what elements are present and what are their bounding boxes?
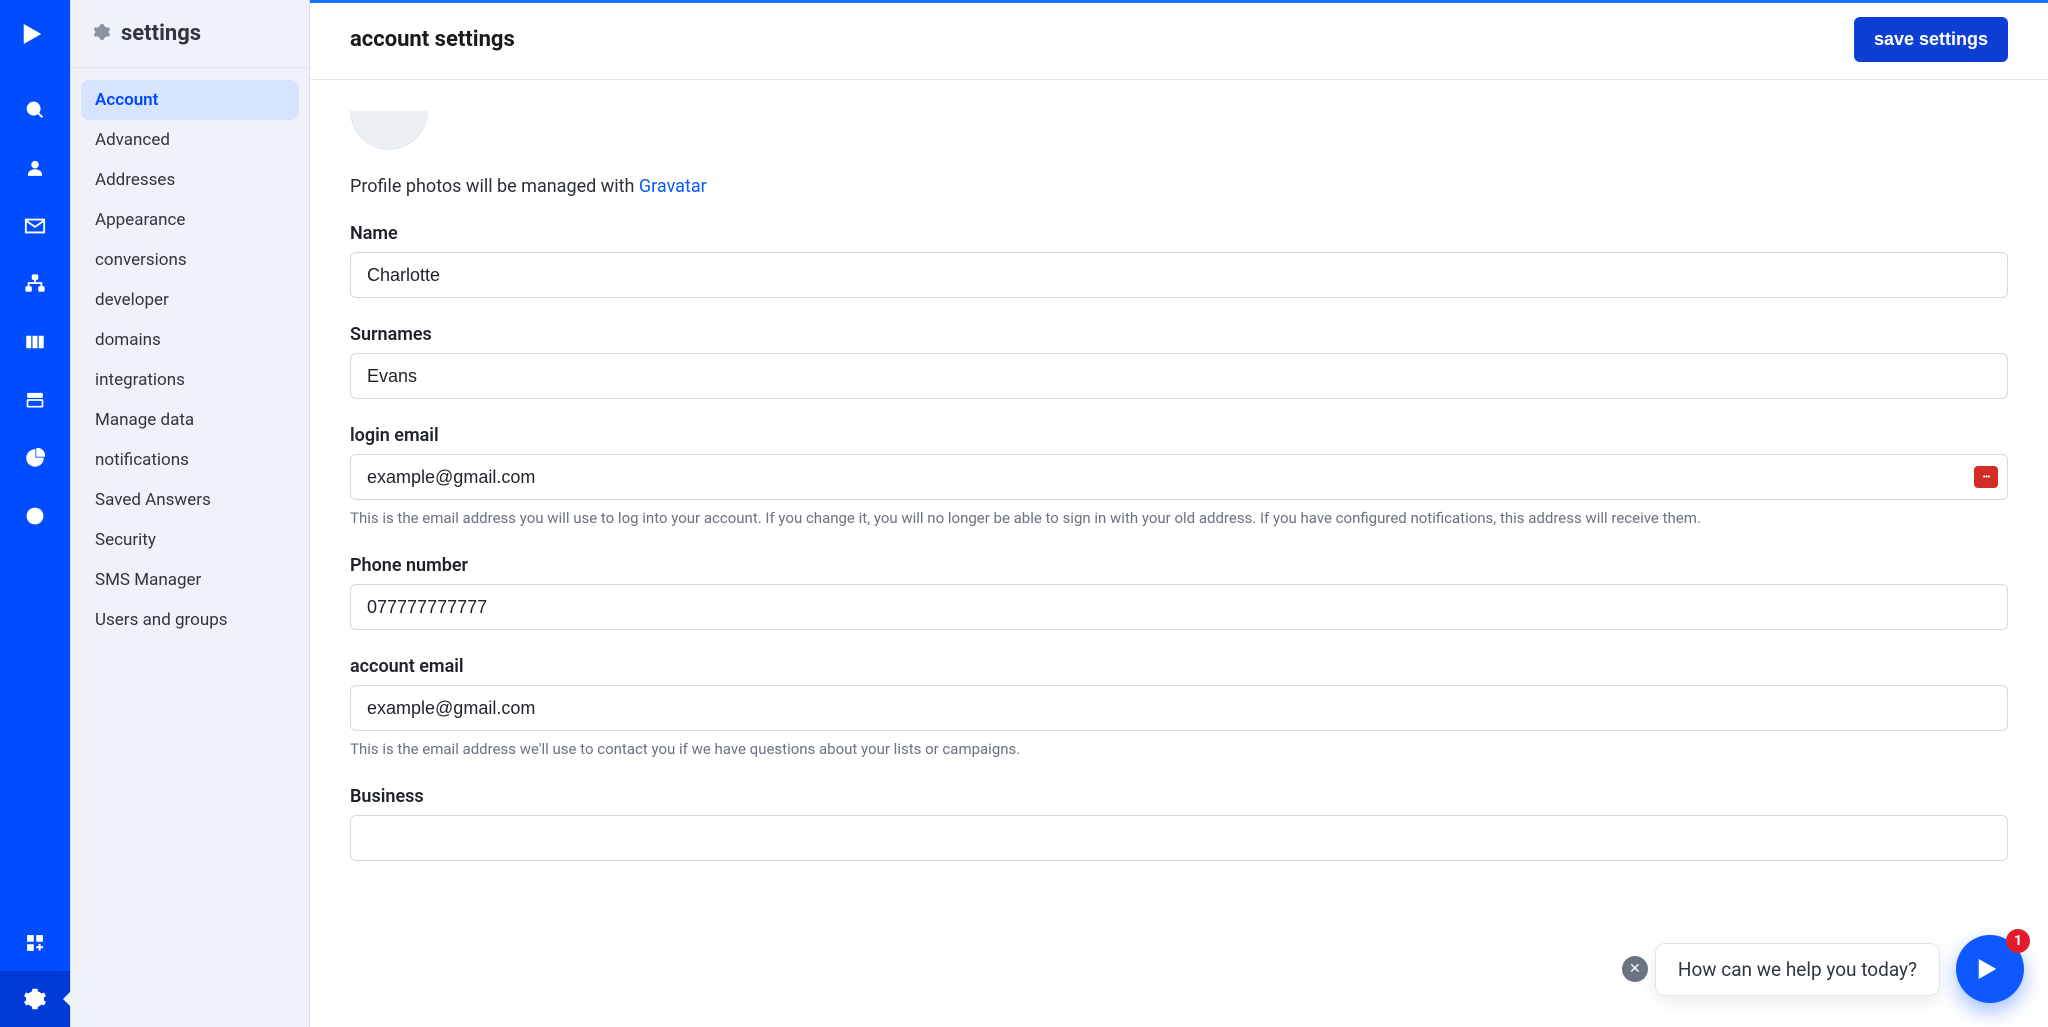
lists-icon[interactable] xyxy=(21,386,49,414)
login-email-label: login email xyxy=(350,425,2008,446)
page-title: account settings xyxy=(350,27,515,52)
settings-icon[interactable] xyxy=(0,971,70,1027)
name-input[interactable] xyxy=(350,252,2008,298)
settings-sidebar: settings Account Advanced Addresses Appe… xyxy=(70,0,310,1027)
sidebar-item-conversions[interactable]: conversions xyxy=(81,240,299,280)
gravatar-link[interactable]: Gravatar xyxy=(639,176,707,197)
apps-icon[interactable] xyxy=(21,929,49,957)
account-email-input[interactable] xyxy=(350,685,2008,731)
left-nav-rail xyxy=(0,0,70,1027)
settings-sidebar-title: settings xyxy=(121,21,201,46)
field-phone: Phone number xyxy=(350,555,2008,630)
help-prompt-text: How can we help you today? xyxy=(1678,958,1917,981)
sidebar-item-sms-manager[interactable]: SMS Manager xyxy=(81,560,299,600)
account-email-label: account email xyxy=(350,656,2008,677)
phone-input[interactable] xyxy=(350,584,2008,630)
contacts-icon[interactable] xyxy=(21,154,49,182)
name-label: Name xyxy=(350,223,2008,244)
surnames-input[interactable] xyxy=(350,353,2008,399)
deals-icon[interactable] xyxy=(21,328,49,356)
field-surnames: Surnames xyxy=(350,324,2008,399)
help-prompt-card[interactable]: ✕ How can we help you today? xyxy=(1655,943,1940,996)
field-name: Name xyxy=(350,223,2008,298)
save-settings-button[interactable]: save settings xyxy=(1854,17,2008,62)
main-content: account settings save settings Profile p… xyxy=(310,0,2048,1027)
sidebar-item-developer[interactable]: developer xyxy=(81,280,299,320)
phone-label: Phone number xyxy=(350,555,2008,576)
surnames-label: Surnames xyxy=(350,324,2008,345)
gravatar-note-text: Profile photos will be managed with xyxy=(350,176,639,197)
sidebar-item-integrations[interactable]: integrations xyxy=(81,360,299,400)
field-business: Business xyxy=(350,786,2008,861)
automations-icon[interactable] xyxy=(21,270,49,298)
login-email-input[interactable] xyxy=(350,454,2008,500)
sidebar-item-appearance[interactable]: Appearance xyxy=(81,200,299,240)
sidebar-item-addresses[interactable]: Addresses xyxy=(81,160,299,200)
avatar xyxy=(350,80,428,150)
sidebar-item-notifications[interactable]: notifications xyxy=(81,440,299,480)
password-manager-icon[interactable] xyxy=(1974,466,1998,488)
settings-sidebar-header: settings xyxy=(71,0,309,68)
reports-icon[interactable] xyxy=(21,444,49,472)
account-email-help: This is the email address we'll use to c… xyxy=(350,739,2008,760)
app-logo[interactable] xyxy=(0,0,70,68)
business-label: Business xyxy=(350,786,2008,807)
sidebar-item-domains[interactable]: domains xyxy=(81,320,299,360)
gravatar-note: Profile photos will be managed with Grav… xyxy=(350,176,2008,197)
business-input[interactable] xyxy=(350,815,2008,861)
sidebar-item-users-groups[interactable]: Users and groups xyxy=(81,600,299,640)
field-login-email: login email This is the email address yo… xyxy=(350,425,2008,529)
help-badge: 1 xyxy=(2006,929,2030,953)
avatar-section: Profile photos will be managed with Grav… xyxy=(350,80,2008,197)
settings-sidebar-list: Account Advanced Addresses Appearance co… xyxy=(71,68,309,652)
help-widget: ✕ How can we help you today? 1 xyxy=(1655,935,2024,1003)
form-body: Profile photos will be managed with Grav… xyxy=(310,80,2048,1027)
sidebar-item-account[interactable]: Account xyxy=(81,80,299,120)
sidebar-item-saved-answers[interactable]: Saved Answers xyxy=(81,480,299,520)
page-header: account settings save settings xyxy=(310,0,2048,80)
website-icon[interactable] xyxy=(21,502,49,530)
login-email-help: This is the email address you will use t… xyxy=(350,508,2008,529)
sidebar-item-security[interactable]: Security xyxy=(81,520,299,560)
help-launcher-button[interactable]: 1 xyxy=(1956,935,2024,1003)
campaigns-icon[interactable] xyxy=(21,212,49,240)
sidebar-item-advanced[interactable]: Advanced xyxy=(81,120,299,160)
field-account-email: account email This is the email address … xyxy=(350,656,2008,760)
close-icon[interactable]: ✕ xyxy=(1622,956,1648,982)
gear-icon xyxy=(93,23,111,45)
search-icon[interactable] xyxy=(21,96,49,124)
sidebar-item-manage-data[interactable]: Manage data xyxy=(81,400,299,440)
